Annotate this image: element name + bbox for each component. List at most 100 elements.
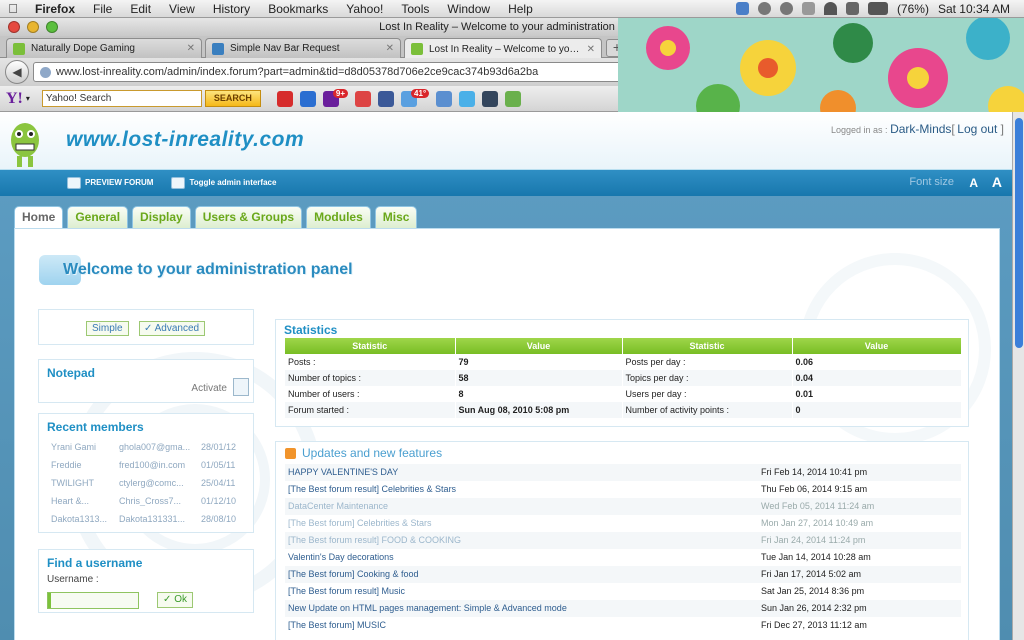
list-item[interactable]: [The Best forum result] Celebrities & St… [285, 481, 961, 498]
list-item[interactable]: [The Best forum result] FOOD & COOKING Fr… [285, 532, 961, 549]
reload-icon[interactable]: ↻ [689, 67, 698, 79]
url-tools[interactable]: ☆ ▽ ↻ [664, 66, 698, 79]
update-title-link[interactable]: HAPPY VALENTINE'S DAY [288, 464, 728, 481]
close-tab-icon[interactable]: ✕ [587, 44, 595, 55]
tab-display[interactable]: Display [132, 206, 191, 228]
update-title-link[interactable]: Valentin's Day decorations [288, 549, 728, 566]
username-search-input[interactable] [47, 592, 139, 609]
battery-icon[interactable] [867, 2, 888, 15]
ok-button[interactable]: ✓ Ok [157, 592, 193, 608]
tab-misc[interactable]: Misc [374, 206, 418, 228]
chevron-down-icon[interactable]: ▽ [677, 67, 685, 79]
sync-icon[interactable] [757, 2, 771, 15]
list-item[interactable]: Valentin's Day decorations Tue Jan 14, 20… [285, 549, 961, 566]
youtube-icon[interactable] [276, 90, 293, 107]
google-icon[interactable]: g [720, 65, 733, 79]
member-name[interactable]: Yrani Gami [51, 442, 119, 452]
yahoo-logo-icon[interactable]: Y! [6, 90, 23, 108]
rss-icon[interactable] [285, 448, 296, 459]
font-smaller-icon[interactable]: A [969, 176, 978, 190]
notepad-icon[interactable] [233, 378, 249, 396]
yahoo-search-button[interactable]: SEARCH [204, 90, 261, 107]
new-tab-button[interactable]: + [606, 39, 628, 57]
list-item[interactable]: Yrani Gami ghola007@gma... 28/01/12 [51, 442, 251, 452]
menu-clock[interactable]: Sat 10:34 AM [938, 2, 1010, 16]
tab-general[interactable]: General [67, 206, 129, 228]
update-title-link[interactable]: DataCenter Maintenance [288, 498, 728, 515]
tab-users-groups[interactable]: Users & Groups [194, 206, 303, 228]
close-tab-icon[interactable]: ✕ [386, 43, 394, 54]
list-item[interactable]: New Update on HTML pages management: Sim… [285, 600, 961, 617]
search-bar[interactable]: g ▾ Google ⚲ [713, 62, 923, 82]
member-name[interactable]: Freddie [51, 460, 119, 470]
logout-link[interactable]: Log out [957, 122, 997, 136]
menu-edit[interactable]: Edit [121, 2, 160, 16]
member-name[interactable]: Dakota1313... [51, 514, 119, 524]
update-title-link[interactable]: [The Best forum] MUSIC [288, 617, 728, 634]
list-item[interactable]: [The Best forum] Celebrities & Stars Mon … [285, 515, 961, 532]
browser-tab-simple-nav[interactable]: Simple Nav Bar Request ✕ [205, 38, 401, 58]
tab-home[interactable]: Home [14, 206, 64, 230]
list-item[interactable]: TWILIGHT ctylerg@comc... 25/04/11 [51, 478, 251, 488]
username-link[interactable]: Dark-Minds [890, 122, 951, 136]
minimize-window-icon[interactable] [27, 21, 39, 33]
yahoo-search-value[interactable]: Yahoo! Search [46, 93, 111, 104]
chevron-down-icon[interactable]: ▾ [26, 94, 30, 103]
chevron-down-icon[interactable]: ▾ [736, 68, 740, 77]
update-title-link[interactable]: [The Best forum result] Music [288, 583, 728, 600]
font-larger-icon[interactable]: A [992, 174, 1002, 190]
wifi-icon[interactable] [823, 2, 837, 15]
dropbox-icon[interactable] [735, 2, 749, 15]
list-item[interactable]: Dakota1313... Dakota131331... 28/08/10 [51, 514, 251, 524]
browser-tab-naturally-dope[interactable]: Naturally Dope Gaming ✕ [6, 38, 202, 58]
update-title-link[interactable]: [The Best forum result] Celebrities & St… [288, 481, 728, 498]
activate-notepad-link[interactable]: Activate [191, 383, 227, 394]
update-title-link[interactable]: [The Best forum] Cooking & food [288, 566, 728, 583]
menu-window[interactable]: Window [438, 2, 499, 16]
volume-icon[interactable] [845, 2, 859, 15]
apple-icon[interactable]:  [0, 1, 26, 16]
zoom-window-icon[interactable] [46, 21, 58, 33]
facebook-icon[interactable] [378, 90, 395, 107]
update-title-link[interactable]: New Update on HTML pages management: Sim… [288, 600, 728, 617]
yahoo-search-input[interactable]: Yahoo! Search [41, 90, 202, 107]
list-item[interactable]: HAPPY VALENTINE'S DAY Fri Feb 14, 2014 10… [285, 464, 961, 481]
member-name[interactable]: Heart &... [51, 496, 119, 506]
close-tab-icon[interactable]: ✕ [187, 43, 195, 54]
url-text[interactable]: www.lost-inreality.com/admin/index.forum… [56, 66, 664, 78]
list-item[interactable]: DataCenter Maintenance Wed Feb 05, 2014 1… [285, 498, 961, 515]
close-window-icon[interactable] [8, 21, 20, 33]
star-icon[interactable]: ☆ [664, 67, 674, 79]
update-title-link[interactable]: [The Best forum result] FOOD & COOKING [288, 532, 728, 549]
update-title-link[interactable]: [The Best forum] Celebrities & Stars [288, 515, 728, 532]
url-bar[interactable]: www.lost-inreality.com/admin/index.forum… [33, 62, 705, 82]
list-item[interactable]: Heart &... Chris_Cross7... 01/12/10 [51, 496, 251, 506]
toggle-admin-link[interactable]: Toggle admin interface [171, 177, 276, 189]
menu-bookmarks[interactable]: Bookmarks [259, 2, 337, 16]
messenger-icon[interactable] [436, 90, 453, 107]
advanced-mode-button[interactable]: ✓ Advanced [139, 321, 206, 336]
list-item[interactable]: [The Best forum] MUSIC Fri Dec 27, 2013 1… [285, 617, 961, 634]
menu-view[interactable]: View [160, 2, 204, 16]
bluetooth-icon[interactable] [801, 2, 815, 15]
ebay-icon[interactable] [299, 90, 316, 107]
back-button[interactable]: ◀ [5, 60, 29, 84]
member-name[interactable]: TWILIGHT [51, 478, 119, 488]
puzzle-icon[interactable] [505, 90, 522, 107]
list-item[interactable]: [The Best forum] Cooking & food Fri Jan 1… [285, 566, 961, 583]
menu-yahoo[interactable]: Yahoo! [337, 2, 392, 16]
search-input[interactable]: Google [744, 66, 908, 78]
magnifier-icon[interactable]: ⚲ [908, 66, 916, 79]
page-scrollbar[interactable] [1012, 112, 1024, 640]
tumblr-icon[interactable] [482, 90, 499, 107]
menu-help[interactable]: Help [499, 2, 542, 16]
gmail-icon[interactable] [355, 90, 372, 107]
site-title[interactable]: www.lost-inreality.com [66, 128, 304, 152]
list-item[interactable]: Freddie fred100@in.com 01/05/11 [51, 460, 251, 470]
menu-app-name[interactable]: Firefox [26, 2, 84, 16]
tab-modules[interactable]: Modules [306, 206, 371, 228]
menu-history[interactable]: History [204, 2, 259, 16]
menu-file[interactable]: File [84, 2, 121, 16]
menu-tools[interactable]: Tools [392, 2, 438, 16]
preview-forum-link[interactable]: PREVIEW FORUM [67, 177, 153, 189]
